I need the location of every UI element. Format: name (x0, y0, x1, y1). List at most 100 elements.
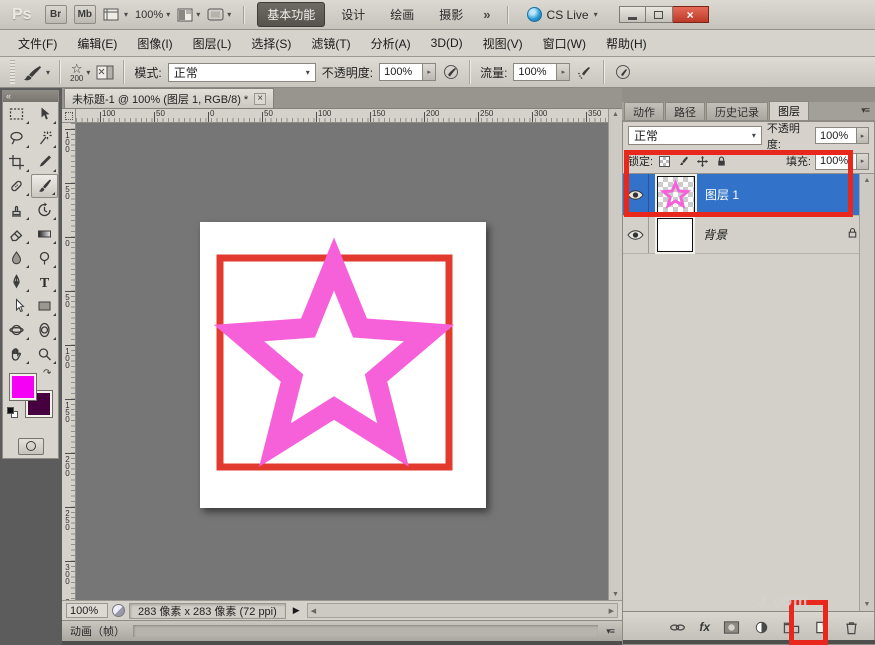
document-tab[interactable]: 未标题-1 @ 100% (图层 1, RGB/8) * × (64, 88, 274, 108)
menu-view[interactable]: 视图(V) (473, 35, 533, 52)
mini-bridge-button[interactable]: Mb (74, 5, 96, 24)
opacity-slider-button[interactable]: ▸ (423, 63, 436, 81)
blend-mode-select[interactable]: 正常 ▾ (168, 63, 316, 82)
layers-scrollbar[interactable]: ▲ ▼ (859, 174, 874, 611)
tool-3d-rotate[interactable] (3, 318, 31, 342)
cs-live-button[interactable]: CS Live ▾ (527, 7, 598, 22)
workspace-essentials[interactable]: 基本功能 (257, 2, 325, 27)
vertical-scrollbar[interactable]: ▲ ▼ (608, 109, 622, 600)
tablet-opacity-button[interactable] (442, 64, 460, 80)
layer-style-button[interactable]: fx (699, 620, 710, 634)
menu-image[interactable]: 图像(I) (127, 35, 182, 52)
tool-history-brush[interactable] (31, 198, 59, 222)
minimize-button[interactable] (619, 6, 646, 23)
tool-eraser[interactable] (3, 222, 31, 246)
tool-pen[interactable] (3, 270, 31, 294)
tool-clone-stamp[interactable] (3, 198, 31, 222)
tool-move[interactable] (31, 102, 59, 126)
bridge-button[interactable]: Br (45, 5, 67, 24)
horizontal-ruler[interactable]: 100 50 0 50 100 150 200 250 300 350 4 (76, 109, 608, 123)
workspace-photography[interactable]: 摄影 (430, 3, 472, 26)
more-workspaces-icon[interactable]: » (479, 7, 494, 22)
close-button[interactable]: × (673, 6, 709, 23)
animation-panel-bar[interactable]: 动画（帧） ▾≡ (62, 620, 622, 641)
drag-grip[interactable] (10, 60, 15, 84)
tab-actions[interactable]: 动作 (624, 102, 664, 120)
zoom-percentage-field[interactable]: 100% (66, 603, 108, 618)
scroll-up-icon[interactable]: ▲ (864, 177, 871, 184)
scroll-down-icon[interactable]: ▼ (864, 601, 871, 608)
status-menu-icon[interactable]: ▶ (290, 605, 303, 616)
quick-mask-button[interactable] (18, 438, 44, 455)
tool-rectangle-shape[interactable] (31, 294, 59, 318)
tool-rectangular-marquee[interactable] (3, 102, 31, 126)
tool-zoom[interactable] (31, 342, 59, 366)
brush-tool-preset[interactable]: ▾ (21, 63, 50, 81)
menu-file[interactable]: 文件(F) (8, 35, 67, 52)
restore-button[interactable] (646, 6, 673, 23)
scroll-right-icon[interactable]: ▶ (609, 607, 614, 615)
tool-path-selection[interactable] (3, 294, 31, 318)
document-info[interactable]: 283 像素 x 283 像素 (72 ppi) (129, 603, 286, 619)
adjustment-layer-button[interactable] (753, 620, 770, 635)
tools-panel-header[interactable]: « (3, 91, 58, 102)
arrange-documents-button[interactable]: ▾ (177, 8, 200, 22)
menu-layer[interactable]: 图层(L) (183, 35, 242, 52)
toggle-brush-panel-button[interactable] (96, 65, 114, 80)
close-document-icon[interactable]: × (254, 93, 266, 105)
menu-edit[interactable]: 编辑(E) (67, 35, 127, 52)
scroll-left-icon[interactable]: ◀ (311, 607, 316, 615)
airbrush-button[interactable] (576, 64, 594, 80)
background-thumbnail[interactable] (657, 218, 693, 252)
fill-slider-button[interactable]: ▸ (857, 153, 869, 170)
ruler-origin[interactable] (62, 109, 76, 123)
delete-layer-button[interactable] (843, 620, 860, 635)
menu-window[interactable]: 窗口(W) (533, 35, 596, 52)
foreground-color-swatch[interactable] (10, 374, 36, 400)
tool-brush-selected[interactable] (31, 174, 59, 198)
canvas-area[interactable] (76, 123, 608, 600)
vertical-ruler[interactable]: 100 50 0 50 100 150 200 250 300 350 (62, 123, 76, 600)
panel-menu-icon[interactable]: ▾≡ (861, 105, 875, 120)
tool-type[interactable]: T (31, 270, 59, 294)
opacity-input[interactable]: 100% (379, 63, 423, 81)
tab-history[interactable]: 历史记录 (706, 102, 768, 120)
tab-layers[interactable]: 图层 (769, 101, 809, 120)
panel-menu-icon[interactable]: ▾≡ (606, 626, 614, 637)
menu-help[interactable]: 帮助(H) (596, 35, 657, 52)
tab-paths[interactable]: 路径 (665, 102, 705, 120)
background-layer-name[interactable]: 背景 (703, 226, 727, 243)
scroll-up-icon[interactable]: ▲ (612, 111, 619, 118)
default-colors-icon[interactable] (7, 407, 19, 419)
tool-crop[interactable] (3, 150, 31, 174)
screen-mode-button[interactable]: ▾ (207, 8, 231, 21)
tool-dodge[interactable] (31, 246, 59, 270)
tool-3d-orbit[interactable] (31, 318, 59, 342)
add-layer-mask-button[interactable] (723, 620, 740, 635)
layer-row-background[interactable]: 背景 (623, 216, 874, 254)
scroll-down-icon[interactable]: ▼ (612, 591, 619, 598)
layer-opacity-field[interactable]: 100% (815, 127, 857, 144)
tool-eyedropper[interactable] (31, 150, 59, 174)
zoom-level-button[interactable]: 100% ▾ (135, 9, 170, 21)
tool-gradient[interactable] (31, 222, 59, 246)
horizontal-scrollbar[interactable]: ◀ ▶ (307, 603, 618, 618)
tool-blur[interactable] (3, 246, 31, 270)
document-canvas[interactable] (200, 222, 486, 508)
flow-slider-button[interactable]: ▸ (557, 63, 570, 81)
menu-filter[interactable]: 滤镜(T) (301, 35, 360, 52)
menu-select[interactable]: 选择(S) (241, 35, 301, 52)
swap-colors-icon[interactable]: ↷ (43, 368, 51, 379)
tool-magic-wand[interactable] (31, 126, 59, 150)
brush-preset-picker[interactable]: ☆ 200 ▾ (70, 62, 90, 83)
menu-analysis[interactable]: 分析(A) (361, 35, 421, 52)
view-extras-button[interactable]: ▾ (103, 8, 128, 22)
layer-opacity-slider-button[interactable]: ▸ (857, 127, 869, 144)
tool-lasso[interactable] (3, 126, 31, 150)
tool-hand[interactable] (3, 342, 31, 366)
link-layers-button[interactable] (669, 620, 686, 635)
tool-spot-healing-brush[interactable] (3, 174, 31, 198)
layer-blend-mode-select[interactable]: 正常 ▾ (628, 126, 762, 145)
workspace-design[interactable]: 设计 (332, 3, 374, 26)
visibility-toggle[interactable] (623, 216, 649, 253)
